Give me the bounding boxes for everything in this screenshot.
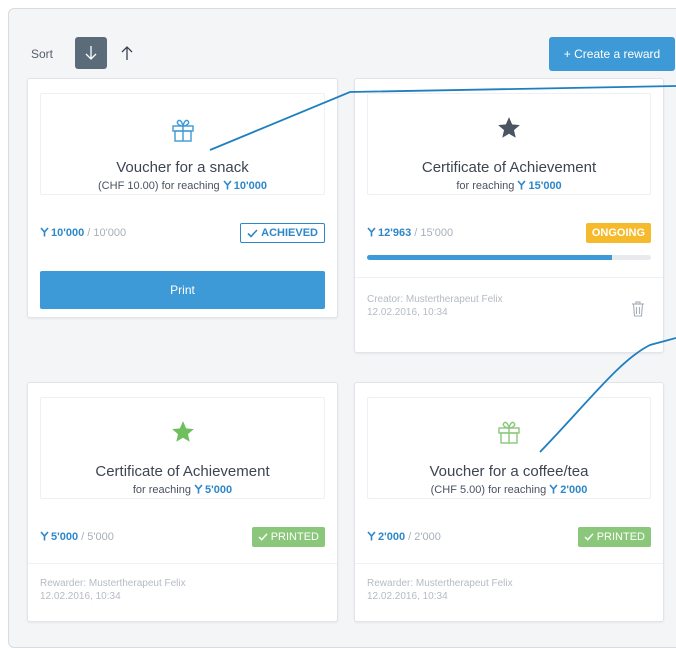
check-icon [247, 228, 258, 238]
card-title: Certificate of Achievement [95, 463, 270, 480]
sort-descending-button[interactable] [75, 37, 107, 69]
points-progress: 2'000 / 2'000 [367, 531, 441, 543]
card-subtitle: for reaching 5'000 [132, 484, 233, 496]
reward-card: Certificate of Achievement for reaching … [354, 78, 664, 353]
delete-button[interactable] [631, 301, 645, 322]
progress-bar [367, 255, 651, 260]
points-progress: 12'963 / 15'000 [367, 227, 453, 239]
points-icon [517, 180, 527, 190]
points-icon [40, 227, 49, 237]
trash-icon [632, 301, 644, 317]
status-badge-ongoing: ONGOING [585, 223, 651, 243]
arrow-up-icon [121, 46, 133, 60]
star-icon [171, 421, 194, 442]
points-icon [223, 180, 232, 190]
reward-card: Voucher for a snack (CHF 10.00) for reac… [27, 78, 338, 318]
sort-ascending-button[interactable] [111, 37, 143, 69]
card-meta: Rewarder: Mustertherapeut Felix 12.02.20… [40, 578, 186, 602]
points-icon [40, 531, 49, 541]
arrow-down-icon [85, 46, 97, 60]
progress-fill [367, 255, 613, 260]
print-button[interactable]: Print [40, 271, 325, 309]
create-reward-button[interactable]: + Create a reward [549, 37, 675, 71]
card-title: Certificate of Achievement [421, 159, 597, 176]
card-title: Voucher for a coffee/tea [429, 463, 589, 480]
reward-card: Certificate of Achievement for reaching … [27, 382, 338, 622]
divider [355, 277, 663, 278]
status-badge-printed: PRINTED [577, 527, 651, 547]
star-icon [498, 117, 520, 138]
points-icon [367, 227, 376, 237]
card-meta: Rewarder: Mustertherapeut Felix 12.02.20… [367, 578, 513, 602]
card-subtitle: (CHF 10.00) for reaching 10'000 [98, 180, 267, 192]
status-badge-printed: PRINTED [251, 527, 325, 547]
divider [28, 563, 337, 564]
points-progress: 5'000 / 5'000 [40, 531, 114, 543]
check-icon [258, 533, 268, 541]
card-meta: Creator: Mustertherapeut Felix 12.02.201… [367, 294, 503, 318]
divider [355, 563, 663, 564]
card-subtitle: for reaching 15'000 [456, 180, 562, 192]
gift-icon [498, 421, 520, 444]
sort-label: Sort [31, 47, 54, 61]
reward-card: Voucher for a coffee/tea (CHF 5.00) for … [354, 382, 664, 622]
card-subtitle: (CHF 5.00) for reaching 2'000 [430, 484, 588, 496]
points-progress: 10'000 / 10'000 [40, 227, 126, 239]
points-icon [367, 531, 376, 541]
status-badge-achieved: ACHIEVED [240, 223, 325, 243]
points-icon [549, 484, 558, 494]
gift-icon [171, 119, 194, 142]
check-icon [584, 533, 594, 541]
points-icon [194, 484, 203, 494]
card-title: Voucher for a snack [116, 159, 249, 176]
